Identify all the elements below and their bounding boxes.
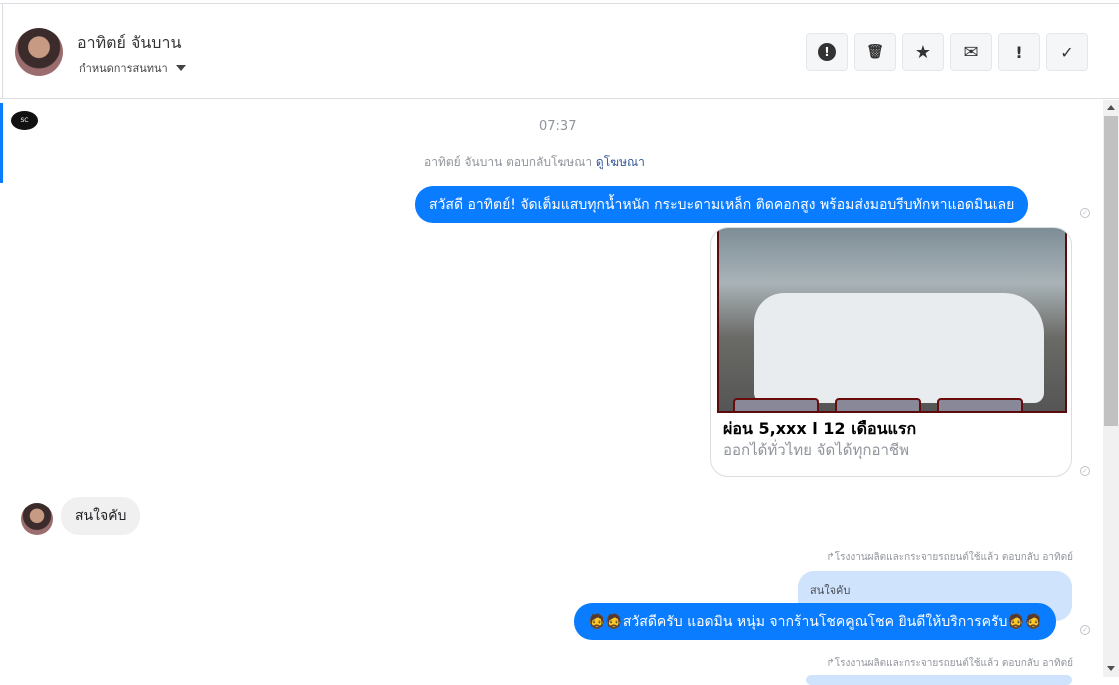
ad-car-image <box>717 228 1067 413</box>
message-timestamp: 07:37 <box>539 119 577 134</box>
scroll-down-icon[interactable] <box>1107 666 1115 671</box>
mark-unread-button[interactable]: ✉ <box>950 33 992 71</box>
reply-sender-label: ↱โรงงานผลิตและกระจายรถยนต์ใช้แล้ว ตอบกลั… <box>826 552 1073 563</box>
alert-circle-icon: ! <box>818 43 836 61</box>
seen-check-icon: ✓ <box>1080 208 1090 218</box>
scrollbar[interactable] <box>1103 100 1119 677</box>
envelope-icon: ✉ <box>963 41 979 63</box>
scroll-up-icon[interactable] <box>1107 105 1115 110</box>
ad-reply-info: อาทิตย์ จันบาน ตอบกลับโฆษณา ดูโฆษณา <box>424 153 645 172</box>
ad-card-description: ออกได้ทั่วไทย จัดได้ทุกอาชีพ <box>723 441 909 459</box>
ad-reply-text: อาทิตย์ จันบาน ตอบกลับโฆษณา <box>424 155 593 169</box>
done-button[interactable]: ✓ <box>1046 33 1088 71</box>
contact-avatar-small <box>21 503 53 535</box>
header-actions: ! 🗑 ★ ✉ ! ✓ <box>806 33 1088 71</box>
seen-check-icon: ✓ <box>1080 625 1090 635</box>
reply-sender-text: โรงงานผลิตและกระจายรถยนต์ใช้แล้ว ตอบกลับ… <box>834 658 1073 669</box>
conversation-header: อาทิตย์ จันบาน กำหนดการสนทนา ! 🗑 ★ ✉ ! ✓ <box>0 4 1119 99</box>
reply-sender-text: โรงงานผลิตและกระจายรถยนต์ใช้แล้ว ตอบกลับ… <box>834 552 1073 563</box>
page-logo: SC <box>11 111 38 130</box>
trash-icon: 🗑 <box>866 44 884 60</box>
active-indicator <box>0 103 3 183</box>
incoming-message: สนใจคับ <box>61 497 141 535</box>
star-icon: ★ <box>914 41 932 63</box>
seen-check-icon: ✓ <box>1080 466 1090 476</box>
follow-up-button[interactable]: ! <box>998 33 1040 71</box>
conversation-settings-dropdown[interactable]: กำหนดการสนทนา <box>79 59 186 77</box>
exclamation-icon: ! <box>1015 42 1023 62</box>
ad-card[interactable]: ผ่อน 5,xxx l 12 เดือนแรก ออกได้ทั่วไทย จ… <box>710 227 1072 477</box>
check-icon: ✓ <box>1060 42 1074 62</box>
outgoing-message: สวัสดี อาทิตย์! จัดเต็มแสบทุกน้ำหนัก กระ… <box>415 186 1029 223</box>
view-ad-link[interactable]: ดูโฆษณา <box>596 155 645 169</box>
delete-button[interactable]: 🗑 <box>854 33 896 71</box>
contact-name[interactable]: อาทิตย์ จันบาน <box>77 31 181 56</box>
scrollbar-thumb[interactable] <box>1104 116 1118 426</box>
outgoing-message: 🧔🧔สวัสดีครับ แอดมิน หนุ่ม จากร้านโชคคูณโ… <box>574 603 1057 640</box>
reply-sender-label: ↱โรงงานผลิตและกระจายรถยนต์ใช้แล้ว ตอบกลั… <box>826 658 1073 669</box>
star-button[interactable]: ★ <box>902 33 944 71</box>
contact-avatar[interactable] <box>15 28 63 76</box>
spam-button[interactable]: ! <box>806 33 848 71</box>
caret-down-icon <box>175 65 186 71</box>
conversation-settings-label: กำหนดการสนทนา <box>79 62 168 75</box>
